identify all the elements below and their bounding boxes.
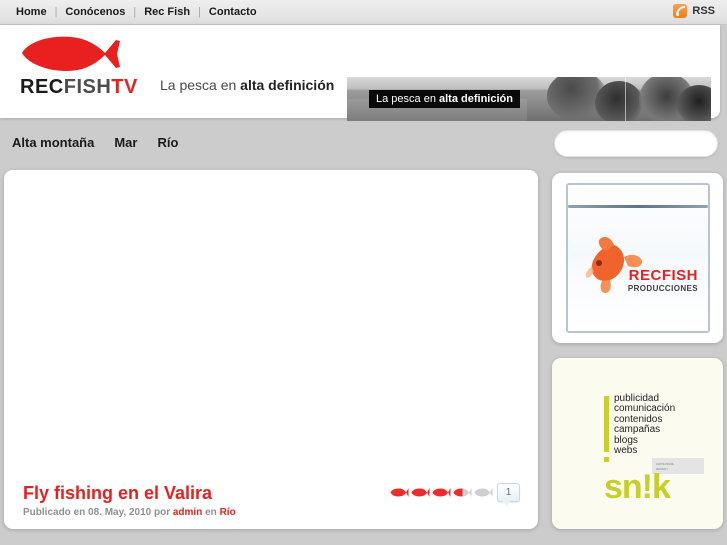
rating-fish-icon-3[interactable]: [432, 487, 451, 498]
ad-brand-line1: RECFISH: [628, 267, 698, 284]
water-line: [568, 205, 708, 208]
snik-services-list: publicidad comunicación contenidos campa…: [614, 393, 675, 457]
banner-caption-plain: La pesca en: [376, 93, 439, 105]
tagline-plain: La pesca en: [160, 77, 241, 93]
banner-caption: La pesca en alta definición: [369, 90, 520, 108]
post-title[interactable]: Fly fishing en el Valira: [23, 483, 212, 504]
category-item-alta-montana[interactable]: Alta montaña: [12, 135, 94, 150]
rating-fish-icon-4-half[interactable]: [453, 487, 472, 498]
site-header: RECFISHTV La pesca en alta definición La…: [0, 25, 720, 121]
ad-brand-line2: PRODUCCIONES: [627, 284, 698, 293]
main-content-panel: Fly fishing en el Valira Publicado en 08…: [4, 170, 538, 529]
comment-count-bubble[interactable]: 1: [497, 483, 520, 506]
logo-text-tv: TV: [111, 76, 138, 98]
rating-fish-icon-5-empty[interactable]: [474, 487, 493, 498]
sidebar-ad-recfish-producciones[interactable]: RECFISH PRODUCCIONES: [552, 173, 723, 343]
category-item-rio[interactable]: Río: [157, 135, 178, 150]
snik-logo: sn!k: [604, 468, 671, 506]
post-meta: Publicado en 08. May, 2010 por admin en …: [23, 507, 236, 518]
service-item: webs: [614, 445, 638, 457]
top-utility-bar: Home | Conócenos | Rec Fish | Contacto R…: [0, 0, 727, 25]
nav-item-contacto[interactable]: Contacto: [201, 0, 265, 24]
video-player-area[interactable]: [4, 170, 538, 475]
rating-fish-icon-1[interactable]: [390, 487, 409, 498]
logo-text-fish: FISH: [63, 76, 112, 98]
rss-link[interactable]: RSS: [673, 4, 715, 18]
post-meta-middle: en: [202, 507, 220, 518]
red-fish-logo: [22, 36, 120, 72]
post-author-link[interactable]: admin: [173, 507, 202, 518]
rss-icon: [673, 4, 688, 18]
site-tagline: La pesca en alta definición: [160, 77, 334, 93]
rating-fish-icon-2[interactable]: [411, 487, 430, 498]
tagline-bold: alta definición: [240, 77, 335, 93]
banner-blob: [677, 85, 711, 121]
nav-item-conocenos[interactable]: Conócenos: [57, 0, 133, 24]
primary-navigation: Home | Conócenos | Rec Fish | Contacto: [0, 0, 265, 24]
comment-count: 1: [505, 487, 512, 498]
search-input[interactable]: [555, 137, 719, 150]
rss-label: RSS: [692, 5, 715, 17]
header-banner-image[interactable]: La pesca en alta definición: [347, 77, 711, 121]
post-category-link[interactable]: Río: [220, 507, 236, 518]
post-meta-prefix: Publicado en 08. May, 2010 por: [23, 507, 173, 518]
category-item-mar[interactable]: Mar: [114, 135, 137, 150]
sidebar-ad-snik[interactable]: publicidad comunicación contenidos campa…: [552, 358, 723, 529]
exclamation-dot-icon: [604, 457, 609, 462]
logo-text-rec: REC: [20, 76, 64, 98]
category-navigation: Alta montaña Mar Río: [12, 135, 178, 150]
banner-caption-bold: alta definición: [439, 93, 513, 105]
aquarium-graphic: RECFISH PRODUCCIONES: [566, 183, 710, 333]
search-box[interactable]: [554, 130, 719, 157]
post-rating[interactable]: [390, 487, 493, 498]
nav-item-home[interactable]: Home: [8, 0, 55, 24]
banner-divider: [625, 77, 626, 121]
banner-blob: [595, 81, 643, 121]
ad-brand-text: RECFISH PRODUCCIONES: [628, 267, 698, 293]
nav-item-rec-fish[interactable]: Rec Fish: [136, 0, 198, 24]
exclamation-bar-icon: [604, 396, 609, 452]
